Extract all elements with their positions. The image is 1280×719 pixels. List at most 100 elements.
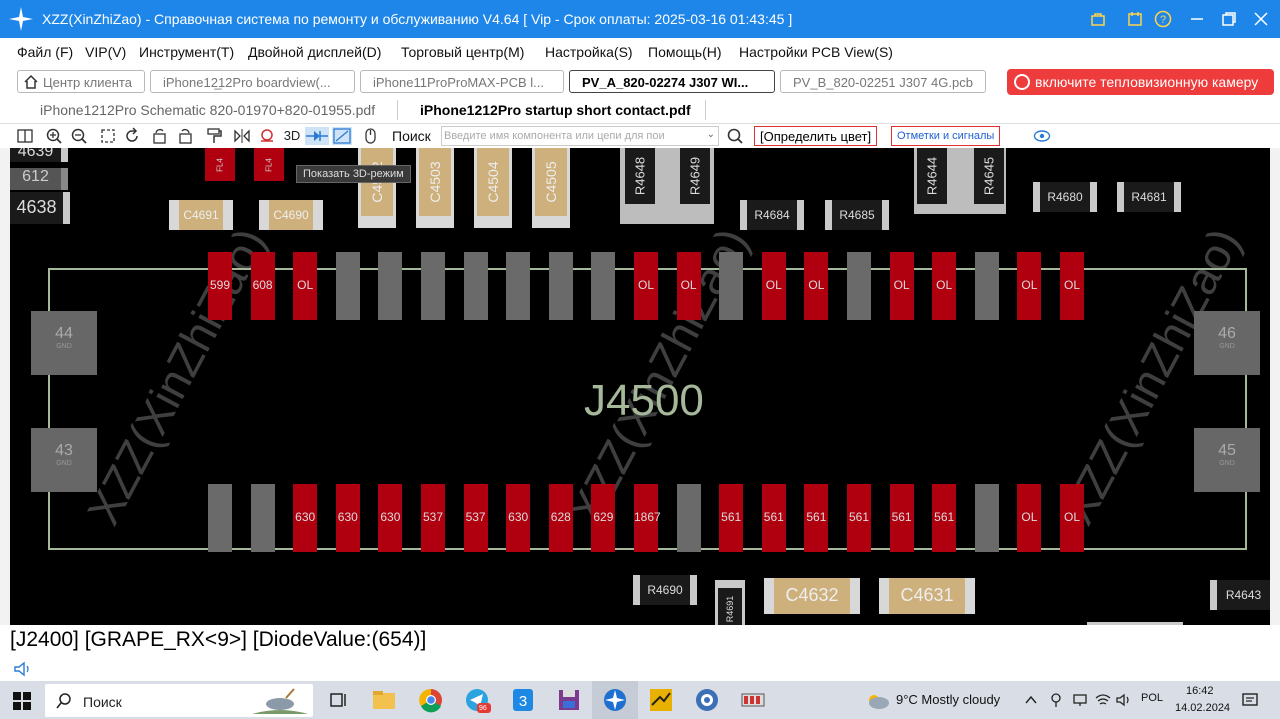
chevron-up-icon[interactable] [1024,693,1038,707]
diode-icon[interactable] [305,127,329,145]
top-pin[interactable] [847,252,871,320]
pad-44[interactable]: 44 GND [31,311,97,375]
resistor-r4680[interactable]: R4680 [1033,182,1097,212]
top-pin[interactable]: OL [1017,252,1042,320]
bottom-pin[interactable]: OL [1017,484,1042,552]
search-icon[interactable] [726,127,744,145]
refresh-icon[interactable] [123,127,141,145]
top-pin[interactable]: OL [889,252,914,320]
wifi-icon[interactable] [1094,692,1112,708]
tab-pv-b[interactable]: PV_B_820-02251 J307 4G.pcb [780,70,986,93]
bottom-pin[interactable]: 630 [293,484,318,552]
bottom-pin[interactable]: 630 [335,484,360,552]
tab-boardview-11[interactable]: iPhone11ProProMAX-PCB l... [360,70,564,93]
tab-boardview-12[interactable]: iPhone12̲12Pro boardview(... [150,70,355,93]
bottom-pin[interactable]: 561 [804,484,829,552]
top-pin[interactable]: 608 [250,252,275,320]
rotate-right-icon[interactable] [177,127,195,145]
top-pin[interactable] [378,252,403,320]
menu-shop[interactable]: Торговый центр(M) [401,44,524,60]
file-explorer-icon[interactable] [369,685,399,715]
tab-schematic-pdf[interactable]: iPhone1212Pro Schematic 820-01970+820-01… [40,102,375,118]
bottom-pin[interactable] [208,484,232,552]
clock-time[interactable]: 16:42 [1186,685,1214,697]
capacitor-c4505[interactable]: C4505 [532,148,570,228]
menu-pcb-settings[interactable]: Настройки PCB View(S) [739,44,893,60]
top-pin[interactable] [506,252,531,320]
resistor-r4643[interactable]: R4643 [1210,580,1270,610]
inductor-pad[interactable]: FL4 [254,148,284,181]
measure-icon[interactable] [332,127,352,145]
marks-signals-button[interactable]: Отметки и сигналы [891,126,1001,146]
pad-45[interactable]: 45 GND [1194,428,1260,492]
resistor-r4690[interactable]: R4690 [633,575,697,605]
3d-mode-button[interactable]: 3D [282,127,302,145]
browser-app-icon[interactable] [692,685,722,715]
top-pin[interactable] [548,252,573,320]
top-pin[interactable]: OL [634,252,658,320]
close-button[interactable] [1250,8,1272,30]
thermal-view-icon[interactable] [258,127,276,145]
pad-46[interactable]: 46 GND [1194,311,1260,375]
resistor-r4685[interactable]: R4685 [825,200,889,230]
component-side-2[interactable]: 612 [10,168,68,190]
eye-icon[interactable] [1033,127,1051,145]
calendar-icon[interactable] [1124,8,1146,30]
xzz-app-icon[interactable] [600,685,630,715]
fit-view-icon[interactable] [99,127,117,145]
tab-pv-a[interactable]: PV_A_820-02274 J307 WI... [569,70,775,93]
pcb-tool-icon[interactable] [646,685,676,715]
windows-start-icon[interactable] [13,692,31,710]
chevron-down-icon[interactable]: ⌄ [707,129,715,140]
mouse-icon[interactable] [361,127,379,145]
top-pin[interactable]: OL [932,252,957,320]
taskbar-search[interactable]: Поиск [45,684,313,717]
zoom-out-icon[interactable] [70,127,88,145]
bottom-pin[interactable]: 561 [719,484,744,552]
volume-icon[interactable] [1115,692,1133,708]
thermal-camera-button[interactable]: включите тепловизионную камеру [1007,69,1274,95]
app-three-icon[interactable]: 3 [508,685,538,715]
top-pin[interactable] [591,252,616,320]
top-pin[interactable] [719,252,744,320]
capacitor-c4504[interactable]: C4504 [474,148,512,228]
top-pin[interactable]: OL [761,252,786,320]
menu-help[interactable]: Помощь(H) [648,44,722,60]
notification-icon[interactable] [1241,691,1259,709]
capacitor-c4690[interactable]: C4690 [259,200,323,230]
top-pin[interactable]: OL [1060,252,1084,320]
search-input[interactable]: Введите имя компонента или цепи для пои … [441,126,719,146]
minimize-button[interactable] [1186,8,1208,30]
zoom-in-icon[interactable] [45,127,63,145]
bottom-pin[interactable]: 628 [548,484,573,552]
bottom-pin[interactable]: 561 [932,484,957,552]
maximize-button[interactable] [1218,8,1240,30]
resistor-r4681[interactable]: R4681 [1117,182,1181,212]
tab-startup-pdf[interactable]: iPhone1212Pro startup short contact.pdf [420,102,691,118]
bottom-pin[interactable]: 1867 [634,484,661,552]
resistor-r4691[interactable]: R4691 [715,580,745,625]
capacitor-c4631[interactable]: C4631 [879,578,975,614]
resistor-r4684[interactable]: R4684 [740,200,804,230]
bottom-pin[interactable] [676,484,701,552]
menu-file[interactable]: Файл (F) [17,44,73,60]
bottom-pin[interactable]: 537 [463,484,488,552]
top-pin[interactable]: OL [293,252,318,320]
rotate-left-icon[interactable] [151,127,169,145]
ime-icon[interactable] [1048,692,1064,708]
top-pin[interactable] [335,252,360,320]
chrome-icon[interactable] [416,685,446,715]
define-color-button[interactable]: [Определить цвет] [754,126,878,146]
top-pin[interactable] [974,252,999,320]
save-app-icon[interactable] [554,685,584,715]
bottom-pin[interactable]: 561 [847,484,871,552]
resistor-pair-r4648[interactable]: R4648 R4649 [620,148,714,224]
speaker-icon[interactable] [13,660,33,678]
bottom-pin[interactable]: 561 [761,484,786,552]
top-pin[interactable] [421,252,445,320]
menu-vip[interactable]: VIP(V) [85,44,126,60]
help-icon[interactable]: ? [1152,8,1174,30]
inductor-pad[interactable]: FL4 [205,148,235,181]
task-view-icon[interactable] [323,685,353,715]
clock-date[interactable]: 14.02.2024 [1175,702,1230,714]
